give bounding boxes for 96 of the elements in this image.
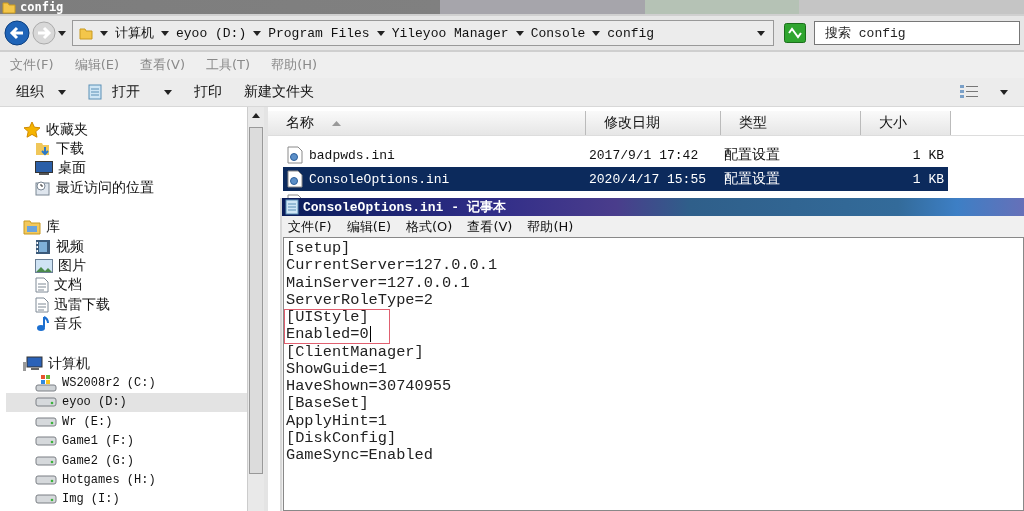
sidebar-item[interactable]: 下载	[6, 139, 247, 159]
sidebar-item[interactable]: WS2008r2 (C:)	[6, 373, 247, 393]
breadcrumb-caret-icon[interactable]	[253, 30, 262, 36]
notepad-icon	[88, 84, 102, 100]
text-line: Enabled=0	[286, 326, 369, 344]
settings-file-icon	[287, 146, 303, 164]
sidebar-item[interactable]: eyoo (D:)	[6, 392, 247, 413]
notepad-icon	[285, 199, 299, 215]
sidebar-item[interactable]: 文档	[6, 275, 247, 296]
column-header[interactable]: 名称	[268, 111, 586, 135]
sidebar-item[interactable]: 迅雷下载	[6, 295, 247, 315]
menu-item[interactable]: 格式(O)	[406, 217, 453, 236]
picture-icon	[35, 259, 53, 274]
settings-file-icon	[287, 170, 303, 188]
breadcrumb-caret-icon[interactable]	[592, 30, 601, 36]
dropdown-caret-icon[interactable]	[58, 89, 66, 95]
sidebar-item[interactable]: Hotgames (H:)	[6, 470, 247, 490]
breadcrumb[interactable]: 计算机	[115, 24, 154, 42]
toolbar-button[interactable]: 组织	[16, 81, 66, 103]
scroll-up-icon[interactable]	[252, 112, 260, 118]
notepad-titlebar: ConsoleOptions.ini - 记事本	[282, 198, 1024, 216]
address-bar[interactable]: 计算机 eyoo (D:) Program Files Yileyoo Manager Console config	[72, 20, 774, 46]
breadcrumb[interactable]: eyoo (D:)	[176, 25, 247, 41]
document-icon	[35, 296, 49, 313]
text-line: ApplyHint=1	[286, 412, 387, 430]
text-line: [DiskConfig]	[286, 429, 397, 447]
drive-icon	[35, 474, 57, 485]
library-icon	[23, 219, 41, 236]
dropdown-caret-icon[interactable]	[164, 89, 172, 95]
toolbar-button[interactable]: 打印	[194, 81, 222, 103]
drive-icon	[35, 494, 57, 505]
computer-icon	[23, 355, 43, 372]
text-line: MainServer=127.0.0.1	[286, 274, 470, 292]
breadcrumb-caret-icon[interactable]	[100, 30, 108, 36]
toolbar-button[interactable]: 打开	[88, 81, 172, 103]
scrollbar[interactable]	[247, 107, 264, 511]
drive-icon	[35, 436, 57, 447]
drive-icon	[35, 455, 57, 466]
breadcrumb-caret-icon[interactable]	[161, 30, 169, 36]
sidebar-item[interactable]: 视频	[6, 236, 247, 257]
breadcrumb[interactable]: Program Files	[268, 25, 370, 41]
view-list-icon[interactable]	[960, 85, 978, 99]
desktop-icon	[35, 161, 53, 176]
sidebar-item[interactable]: 图片	[6, 256, 247, 276]
text-line: [BaseSet]	[286, 395, 369, 413]
text-editor[interactable]: [setup] CurrentServer=127.0.0.1 MainServer=127.0.0.1 ServerRoleType=2 [UIStyle] Enabled=0 [ClientManager] ShowGuide=1 HaveShown=30740955 [BaseSet] ApplyHint=1 [DiskConfig] GameSync=Enabled	[283, 237, 1024, 511]
address-dropdown-icon[interactable]	[757, 30, 765, 36]
column-header[interactable]: 类型	[721, 111, 861, 135]
sidebar-item[interactable]: Game1 (F:)	[6, 431, 247, 451]
sidebar-item[interactable]: Img (I:)	[6, 489, 247, 510]
music-note-icon	[35, 316, 49, 333]
menu-item[interactable]: 编辑(E)	[346, 217, 391, 236]
text-line: ShowGuide=1	[286, 360, 387, 378]
column-header[interactable]: 大小	[861, 111, 951, 135]
window-title: config	[20, 0, 64, 14]
file-row[interactable]: ConsoleOptions.ini 2020/4/17 15:55 配置设置 1 KB	[283, 167, 948, 191]
view-caret-icon[interactable]	[1000, 89, 1008, 95]
refresh-icon[interactable]	[784, 23, 806, 43]
sidebar-item[interactable]: Wr (E:)	[6, 412, 247, 432]
sidebar-item[interactable]: 桌面	[6, 158, 247, 179]
column-header[interactable]: 修改日期	[586, 111, 721, 135]
text-line: HaveShown=30740955	[286, 378, 452, 396]
document-icon	[35, 277, 49, 294]
breadcrumb[interactable]: Console	[530, 25, 586, 41]
file-row[interactable]: badpwds.ini 2017/9/1 17:42 配置设置 1 KB	[283, 143, 948, 167]
folder-icon	[79, 26, 93, 40]
text-line: [setup]	[286, 240, 351, 258]
text-line: [ClientManager]	[286, 343, 424, 361]
breadcrumb[interactable]: config	[607, 25, 655, 41]
toolbar-button[interactable]: 新建文件夹	[244, 81, 314, 103]
text-line: ServerRoleType=2	[286, 291, 433, 309]
sidebar-group[interactable]: 计算机	[48, 354, 90, 373]
back-icon[interactable]	[4, 20, 30, 46]
breadcrumb[interactable]: Yileyoo Manager	[391, 25, 509, 41]
menu-item[interactable]: 文件(F)	[288, 217, 332, 236]
film-icon	[35, 238, 51, 255]
star-icon	[23, 120, 41, 139]
sidebar-group[interactable]: 收藏夹	[46, 120, 88, 139]
search-field[interactable]: 搜索 config	[814, 21, 1020, 45]
system-drive-icon	[35, 374, 57, 392]
drive-icon	[35, 416, 57, 427]
drive-icon	[35, 397, 57, 408]
recent-places-icon	[35, 179, 51, 196]
breadcrumb-caret-icon[interactable]	[376, 30, 385, 36]
sidebar-item[interactable]: 音乐	[6, 314, 247, 334]
menu-item[interactable]: 查看(V)	[467, 217, 513, 236]
text-line: [UIStyle]	[286, 309, 369, 327]
menu-item[interactable]: 帮助(H)	[527, 217, 574, 236]
breadcrumb-caret-icon[interactable]	[515, 30, 524, 36]
sidebar-item[interactable]: 最近访问的位置	[6, 178, 247, 198]
text-line: GameSync=Enabled	[286, 447, 433, 465]
sidebar-item[interactable]: Game2 (G:)	[6, 450, 247, 471]
sidebar-group[interactable]: 库	[46, 218, 60, 237]
history-caret-icon[interactable]	[58, 30, 66, 36]
text-line: CurrentServer=127.0.0.1	[286, 257, 498, 275]
download-folder-icon	[35, 141, 51, 158]
